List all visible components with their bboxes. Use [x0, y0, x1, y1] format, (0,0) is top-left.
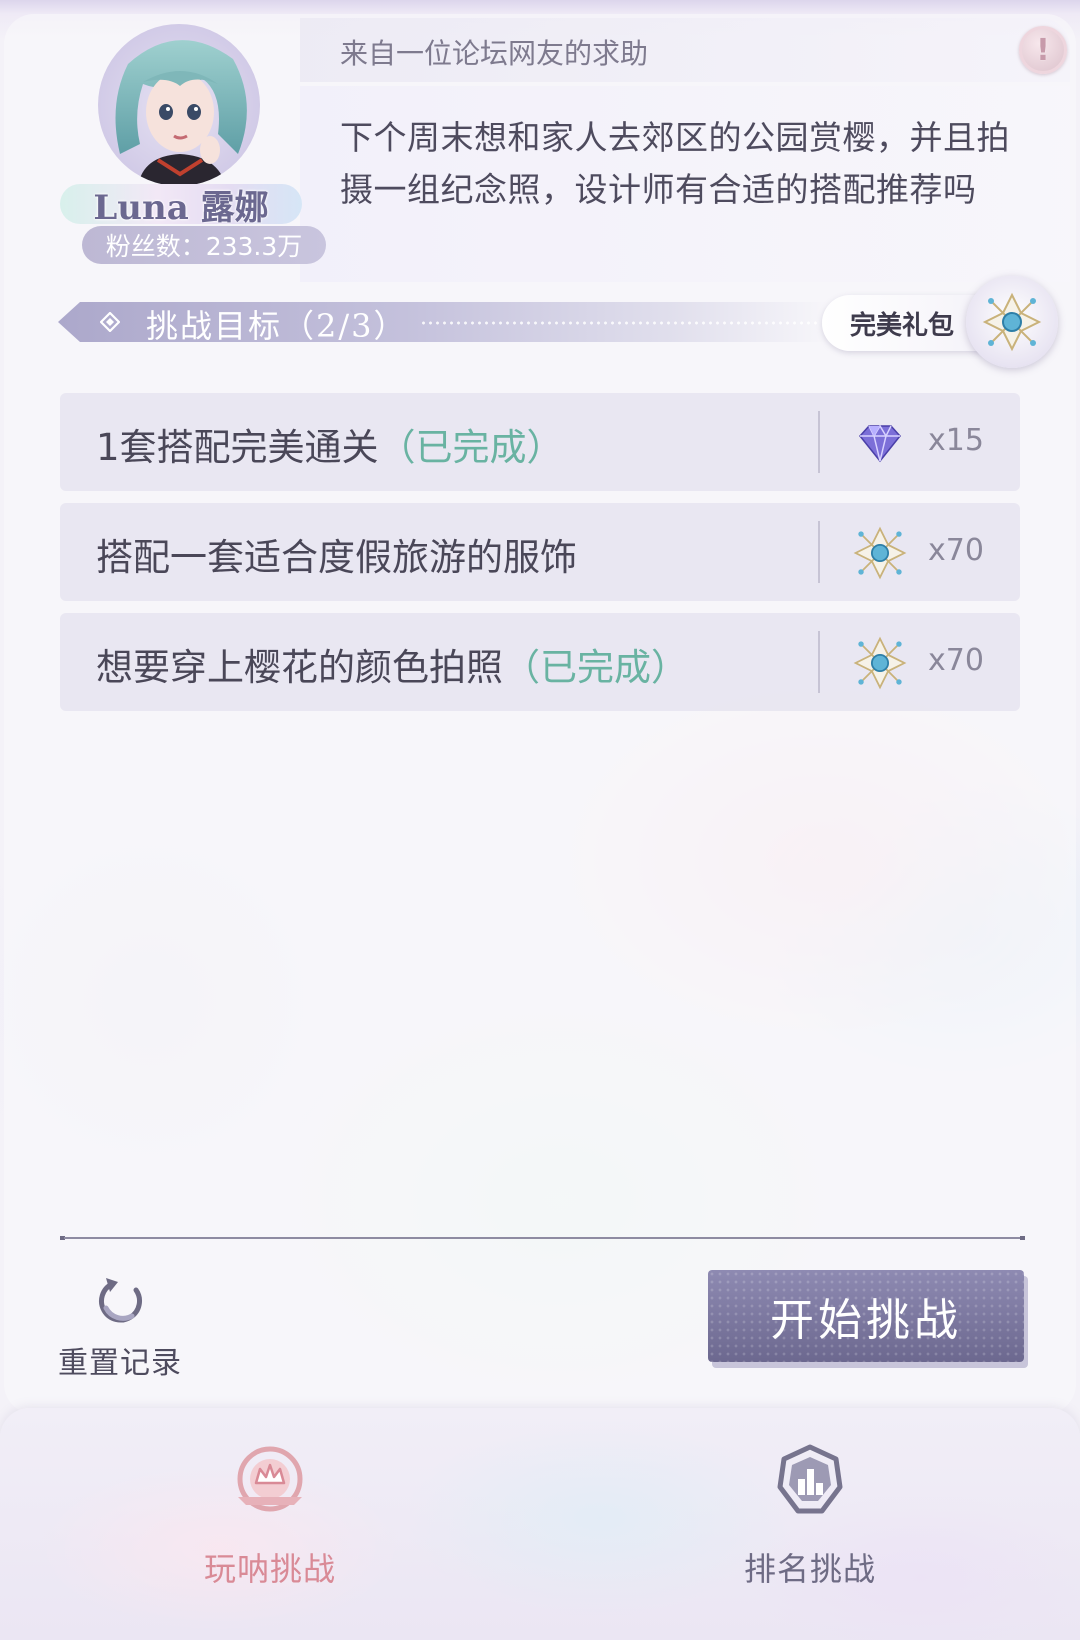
reward-count: x15 — [928, 423, 984, 458]
separator — [64, 1237, 1024, 1239]
reward-count: x70 — [928, 533, 984, 568]
diamond-icon — [850, 415, 910, 471]
task-status: （已完成） — [503, 646, 688, 689]
start-challenge-button[interactable]: 开始挑战 — [708, 1270, 1024, 1362]
goal-title: 挑战目标（2/3） — [146, 307, 408, 345]
request-text: 下个周末想和家人去郊区的公园赏樱，并且拍摄一组纪念照，设计师有合适的搭配推荐吗 — [340, 118, 1010, 209]
avatar[interactable] — [98, 24, 260, 186]
reward-count: x70 — [928, 643, 984, 678]
goal-dots — [420, 320, 820, 326]
diamond-bullet-icon — [100, 312, 120, 332]
task-row[interactable]: 搭配一套适合度假旅游的服饰 x70 — [60, 503, 1020, 601]
reset-icon[interactable] — [94, 1274, 148, 1328]
fans-count: 粉丝数：233.3万 — [82, 226, 326, 264]
task-text: 想要穿上樱花的颜色拍照（已完成） — [96, 646, 688, 689]
task-text: 1套搭配完美通关（已完成） — [96, 426, 564, 469]
tab-label: 玩呐挑战 — [203, 1550, 336, 1588]
divider — [818, 521, 820, 583]
bottom-tab-bar — [0, 1408, 1080, 1640]
divider — [818, 631, 820, 693]
ranking-badge-icon — [768, 1440, 852, 1522]
tab-play-challenge[interactable]: 玩呐挑战 — [170, 1440, 370, 1590]
reset-records-button[interactable]: 重置记录 — [58, 1338, 182, 1382]
tab-label: 排名挑战 — [743, 1550, 876, 1588]
tab-ranking-challenge[interactable]: 排名挑战 — [710, 1440, 910, 1590]
user-name: Luna 露娜 — [93, 187, 269, 228]
source-label: 来自一位论坛网友的求助 — [340, 37, 649, 70]
alert-icon[interactable]: ! — [1019, 26, 1067, 74]
compass-star-icon — [850, 635, 910, 691]
crown-badge-icon — [228, 1440, 312, 1522]
task-row[interactable]: 想要穿上樱花的颜色拍照（已完成） x70 — [60, 613, 1020, 711]
compass-star-icon[interactable] — [966, 276, 1058, 368]
task-row[interactable]: 1套搭配完美通关（已完成） x15 — [60, 393, 1020, 491]
perfect-gift-label: 完美礼包 — [850, 311, 955, 341]
task-text: 搭配一套适合度假旅游的服饰 — [96, 536, 577, 579]
task-status: （已完成） — [378, 426, 564, 469]
separator-end — [1020, 1236, 1025, 1240]
divider — [818, 411, 820, 473]
user-name-tag: Luna 露娜 — [60, 184, 302, 228]
compass-star-icon — [850, 525, 910, 581]
